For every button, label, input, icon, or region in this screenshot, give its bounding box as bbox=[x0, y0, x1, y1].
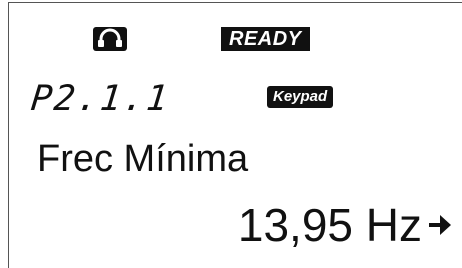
control-source-badge: Keypad bbox=[267, 86, 334, 108]
parameter-value: 13,95 Hz bbox=[237, 199, 422, 251]
parameter-value-line: 13,95 Hz bbox=[238, 199, 452, 251]
ready-status-badge: READY bbox=[221, 27, 310, 51]
parameter-name: Frec Mínima bbox=[37, 138, 249, 180]
parameter-code: P2.1.1 bbox=[28, 79, 172, 119]
headset-icon bbox=[93, 27, 127, 51]
lcd-display: READY P2.1.1 Keypad Frec Mínima 13,95 Hz bbox=[8, 2, 462, 268]
right-arrow-icon bbox=[429, 215, 451, 235]
